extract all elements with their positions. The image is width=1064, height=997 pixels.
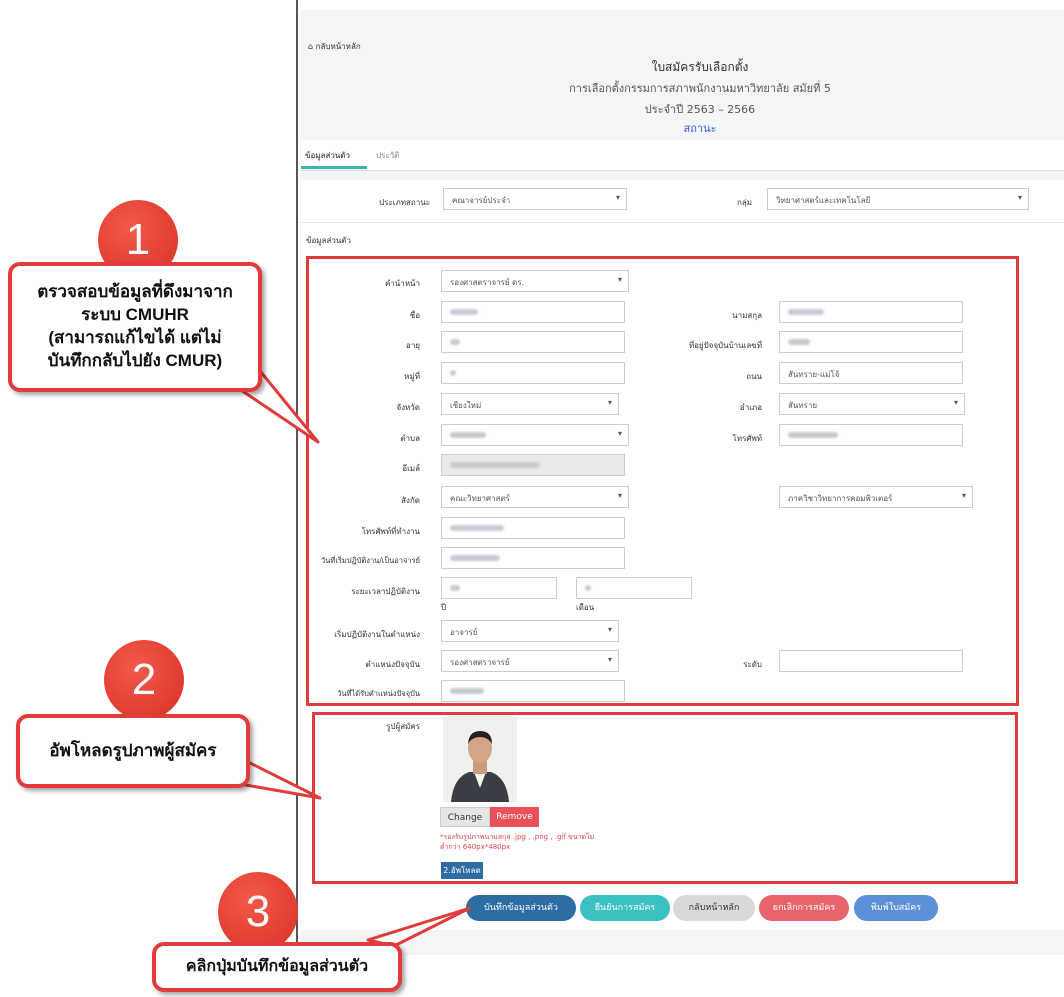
step-2-callout: อัพโหลดรูปภาพผู้สมัคร [16, 714, 250, 788]
step-1-line-4: บันทึกกลับไปยัง CMUR) [47, 351, 223, 370]
step-1-line-3: (สามารถแก้ไขได้ แต่ไม่ [48, 328, 222, 347]
step-3-callout: คลิกปุ่มบันทึกข้อมูลส่วนตัว [152, 942, 402, 992]
step-3-badge: 3 [218, 872, 298, 952]
step-1-line-1: ตรวจสอบข้อมูลที่ดึงมาจาก [37, 282, 233, 301]
step-2-badge: 2 [104, 640, 184, 720]
step-1-line-2: ระบบ CMUHR [81, 305, 189, 324]
annotation-pointers [230, 364, 472, 948]
step-1-callout: ตรวจสอบข้อมูลที่ดึงมาจาก ระบบ CMUHR (สาม… [8, 262, 262, 392]
